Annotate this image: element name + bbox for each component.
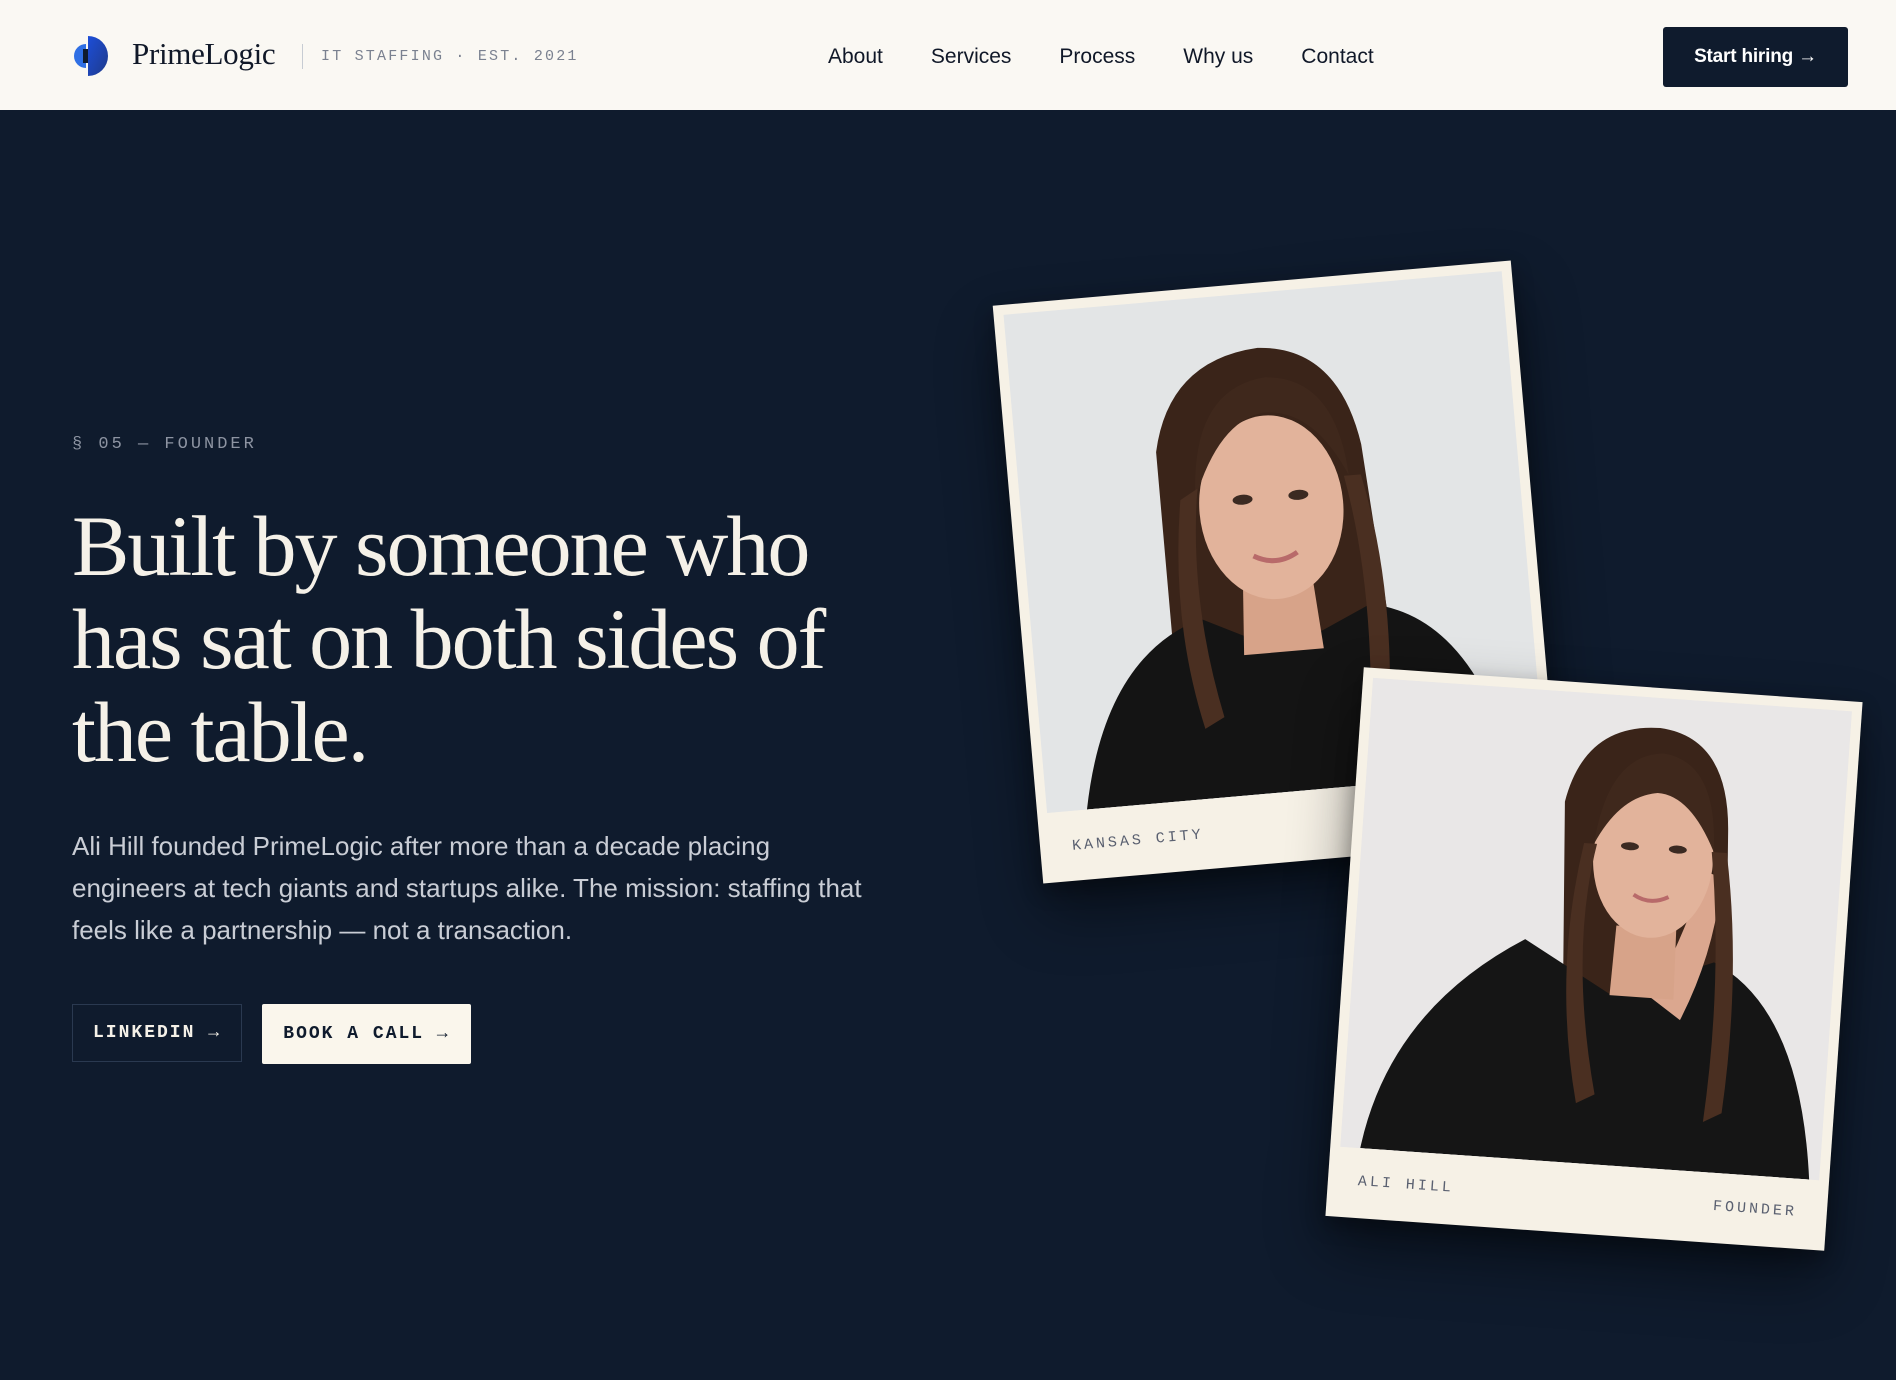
polaroid-ali-hill: ALI HILL FOUNDER — [1325, 667, 1863, 1251]
start-hiring-button[interactable]: Start hiring → — [1663, 27, 1848, 87]
founder-description: Ali Hill founded PrimeLogic after more t… — [72, 831, 862, 945]
photo-caption-name: ALI HILL — [1357, 1173, 1455, 1197]
nav-process[interactable]: Process — [1059, 44, 1135, 70]
linkedin-button[interactable]: LINKEDIN → — [72, 1004, 242, 1062]
photo-caption-role: FOUNDER — [1712, 1197, 1798, 1221]
founder-headline: Built by someone who has sat on both sid… — [72, 498, 826, 780]
nav-why-us[interactable]: Why us — [1183, 44, 1253, 70]
brand-name[interactable]: PrimeLogic — [132, 36, 276, 72]
brand-tagline: IT STAFFING · EST. 2021 — [321, 48, 579, 65]
section-eyebrow: § 05 — FOUNDER — [72, 435, 257, 454]
main-nav: About Services Process Why us Contact — [828, 44, 1422, 70]
nav-services[interactable]: Services — [931, 44, 1012, 70]
primelogic-logo-icon[interactable] — [72, 34, 112, 78]
founder-photo-pose — [1340, 677, 1852, 1181]
nav-contact[interactable]: Contact — [1301, 44, 1373, 70]
site-header: PrimeLogic IT STAFFING · EST. 2021 About… — [0, 0, 1896, 110]
photo-caption-location: KANSAS CITY — [1071, 826, 1205, 855]
book-a-call-button[interactable]: BOOK A CALL → — [262, 1004, 471, 1064]
nav-about[interactable]: About — [828, 44, 883, 70]
brand-divider — [302, 44, 303, 69]
